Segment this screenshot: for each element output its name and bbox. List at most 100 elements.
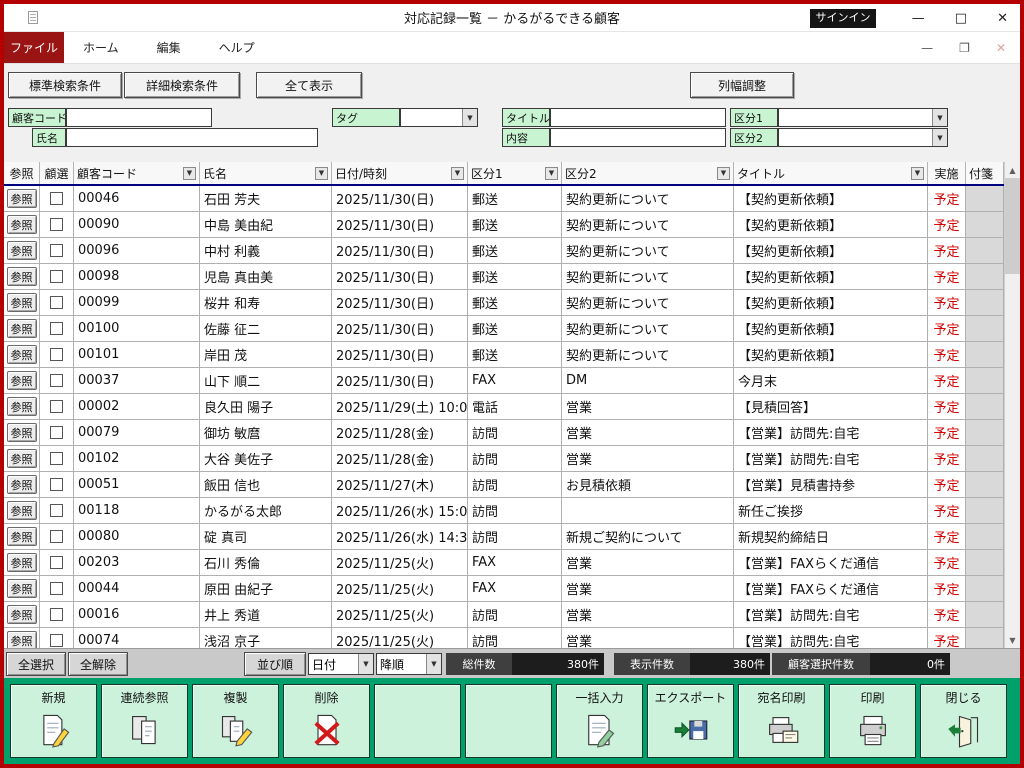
scrollbar-thumb[interactable]: [1005, 178, 1020, 274]
row-reference-button[interactable]: 参照: [7, 189, 37, 208]
row-checkbox[interactable]: [50, 348, 63, 361]
title-input[interactable]: [550, 108, 726, 127]
row-reference-button[interactable]: 参照: [7, 449, 37, 468]
table-row[interactable]: 参照 00079 御坊 敏麿 2025/11/28(金) 訪問 営業 【営業】訪…: [4, 420, 1004, 446]
row-reference-button[interactable]: 参照: [7, 215, 37, 234]
table-row[interactable]: 参照 00099 桜井 和寿 2025/11/30(日) 郵送 契約更新について…: [4, 290, 1004, 316]
print-button[interactable]: 印刷: [829, 684, 916, 758]
duplicate-button[interactable]: 複製: [192, 684, 279, 758]
category2-combobox[interactable]: ▼: [778, 128, 948, 147]
row-checkbox[interactable]: [50, 504, 63, 517]
row-reference-button[interactable]: 参照: [7, 579, 37, 598]
sort-dropdown-icon[interactable]: ▼: [911, 167, 924, 180]
minimize-icon[interactable]: —: [912, 11, 925, 26]
child-minimize-icon[interactable]: —: [921, 41, 933, 55]
detail-search-button[interactable]: 詳細検索条件: [124, 72, 240, 98]
table-row[interactable]: 参照 00098 児島 真由美 2025/11/30(日) 郵送 契約更新につい…: [4, 264, 1004, 290]
table-row[interactable]: 参照 00046 石田 芳夫 2025/11/30(日) 郵送 契約更新について…: [4, 186, 1004, 212]
column-width-button[interactable]: 列幅調整: [690, 72, 794, 98]
table-row[interactable]: 参照 00090 中島 美由紀 2025/11/30(日) 郵送 契約更新につい…: [4, 212, 1004, 238]
menu-item-edit[interactable]: 編集: [138, 32, 200, 63]
export-button[interactable]: エクスポート: [647, 684, 734, 758]
row-checkbox[interactable]: [50, 478, 63, 491]
row-checkbox[interactable]: [50, 322, 63, 335]
row-checkbox[interactable]: [50, 296, 63, 309]
row-checkbox[interactable]: [50, 270, 63, 283]
tag-combobox[interactable]: ▼: [400, 108, 478, 127]
menu-item-home[interactable]: ホーム: [64, 32, 138, 63]
row-checkbox[interactable]: [50, 634, 63, 647]
row-checkbox[interactable]: [50, 244, 63, 257]
row-reference-button[interactable]: 参照: [7, 501, 37, 520]
row-checkbox[interactable]: [50, 530, 63, 543]
table-row[interactable]: 参照 00118 かるがる太郎 2025/11/26(水) 15:00 訪問 新…: [4, 498, 1004, 524]
name-input[interactable]: [66, 128, 318, 147]
row-checkbox[interactable]: [50, 400, 63, 413]
signin-button[interactable]: サインイン: [810, 9, 876, 28]
sort-dropdown-icon[interactable]: ▼: [315, 167, 328, 180]
chevron-down-icon[interactable]: ▼: [358, 654, 373, 674]
row-reference-button[interactable]: 参照: [7, 605, 37, 624]
row-reference-button[interactable]: 参照: [7, 371, 37, 390]
sort-field-combobox[interactable]: 日付 ▼: [308, 653, 374, 675]
sort-dropdown-icon[interactable]: ▼: [451, 167, 464, 180]
row-reference-button[interactable]: 参照: [7, 293, 37, 312]
table-row[interactable]: 参照 00203 石川 秀倫 2025/11/25(火) FAX 営業 【営業】…: [4, 550, 1004, 576]
chevron-down-icon[interactable]: ▼: [932, 129, 947, 146]
chevron-down-icon[interactable]: ▼: [462, 109, 477, 126]
row-reference-button[interactable]: 参照: [7, 553, 37, 572]
clear-all-button[interactable]: 全解除: [68, 652, 128, 676]
table-row[interactable]: 参照 00002 良久田 陽子 2025/11/29(土) 10:00 電話 営…: [4, 394, 1004, 420]
table-row[interactable]: 参照 00102 大谷 美佐子 2025/11/28(金) 訪問 営業 【営業】…: [4, 446, 1004, 472]
row-checkbox[interactable]: [50, 374, 63, 387]
row-checkbox[interactable]: [50, 426, 63, 439]
vertical-scrollbar[interactable]: ▲ ▼: [1004, 162, 1020, 648]
sort-dropdown-icon[interactable]: ▼: [545, 167, 558, 180]
table-row[interactable]: 参照 00100 佐藤 征二 2025/11/30(日) 郵送 契約更新について…: [4, 316, 1004, 342]
table-row[interactable]: 参照 00051 飯田 信也 2025/11/27(木) 訪問 お見積依頼 【営…: [4, 472, 1004, 498]
show-all-button[interactable]: 全て表示: [256, 72, 362, 98]
row-reference-button[interactable]: 参照: [7, 423, 37, 442]
table-row[interactable]: 参照 00016 井上 秀道 2025/11/25(火) 訪問 営業 【営業】訪…: [4, 602, 1004, 628]
delete-button[interactable]: 削除: [283, 684, 370, 758]
row-reference-button[interactable]: 参照: [7, 475, 37, 494]
row-reference-button[interactable]: 参照: [7, 345, 37, 364]
customer-code-input[interactable]: [66, 108, 212, 127]
content-input[interactable]: [550, 128, 726, 147]
category1-combobox[interactable]: ▼: [778, 108, 948, 127]
continuous-reference-button[interactable]: 連続参照: [101, 684, 188, 758]
select-all-button[interactable]: 全選択: [6, 652, 66, 676]
new-record-button[interactable]: 新規: [10, 684, 97, 758]
batch-input-button[interactable]: 一括入力: [556, 684, 643, 758]
sort-direction-combobox[interactable]: 降順 ▼: [376, 653, 442, 675]
scroll-down-icon[interactable]: ▼: [1005, 632, 1020, 648]
row-checkbox[interactable]: [50, 582, 63, 595]
row-checkbox[interactable]: [50, 608, 63, 621]
sort-dropdown-icon[interactable]: ▼: [717, 167, 730, 180]
menu-item-file[interactable]: ファイル: [4, 32, 64, 63]
row-checkbox[interactable]: [50, 452, 63, 465]
table-row[interactable]: 参照 00037 山下 順二 2025/11/30(日) FAX DM 今月末 …: [4, 368, 1004, 394]
table-row[interactable]: 参照 00044 原田 由紀子 2025/11/25(火) FAX 営業 【営業…: [4, 576, 1004, 602]
row-reference-button[interactable]: 参照: [7, 527, 37, 546]
chevron-down-icon[interactable]: ▼: [426, 654, 441, 674]
row-reference-button[interactable]: 参照: [7, 267, 37, 286]
row-reference-button[interactable]: 参照: [7, 241, 37, 260]
row-reference-button[interactable]: 参照: [7, 397, 37, 416]
child-close-icon[interactable]: ✕: [996, 41, 1006, 55]
row-reference-button[interactable]: 参照: [7, 319, 37, 338]
table-row[interactable]: 参照 00101 岸田 茂 2025/11/30(日) 郵送 契約更新について …: [4, 342, 1004, 368]
sort-dropdown-icon[interactable]: ▼: [183, 167, 196, 180]
table-row[interactable]: 参照 00080 碇 真司 2025/11/26(水) 14:30 訪問 新規ご…: [4, 524, 1004, 550]
row-checkbox[interactable]: [50, 556, 63, 569]
child-restore-icon[interactable]: ❐: [959, 41, 970, 55]
menu-item-help[interactable]: ヘルプ: [200, 32, 274, 63]
close-icon[interactable]: ✕: [997, 11, 1008, 26]
address-print-button[interactable]: 宛名印刷: [738, 684, 825, 758]
sort-order-button[interactable]: 並び順: [244, 652, 306, 676]
row-checkbox[interactable]: [50, 192, 63, 205]
table-row[interactable]: 参照 00074 浅沼 京子 2025/11/25(火) 訪問 営業 【営業】訪…: [4, 628, 1004, 648]
table-row[interactable]: 参照 00096 中村 利義 2025/11/30(日) 郵送 契約更新について…: [4, 238, 1004, 264]
chevron-down-icon[interactable]: ▼: [932, 109, 947, 126]
scroll-up-icon[interactable]: ▲: [1005, 162, 1020, 178]
